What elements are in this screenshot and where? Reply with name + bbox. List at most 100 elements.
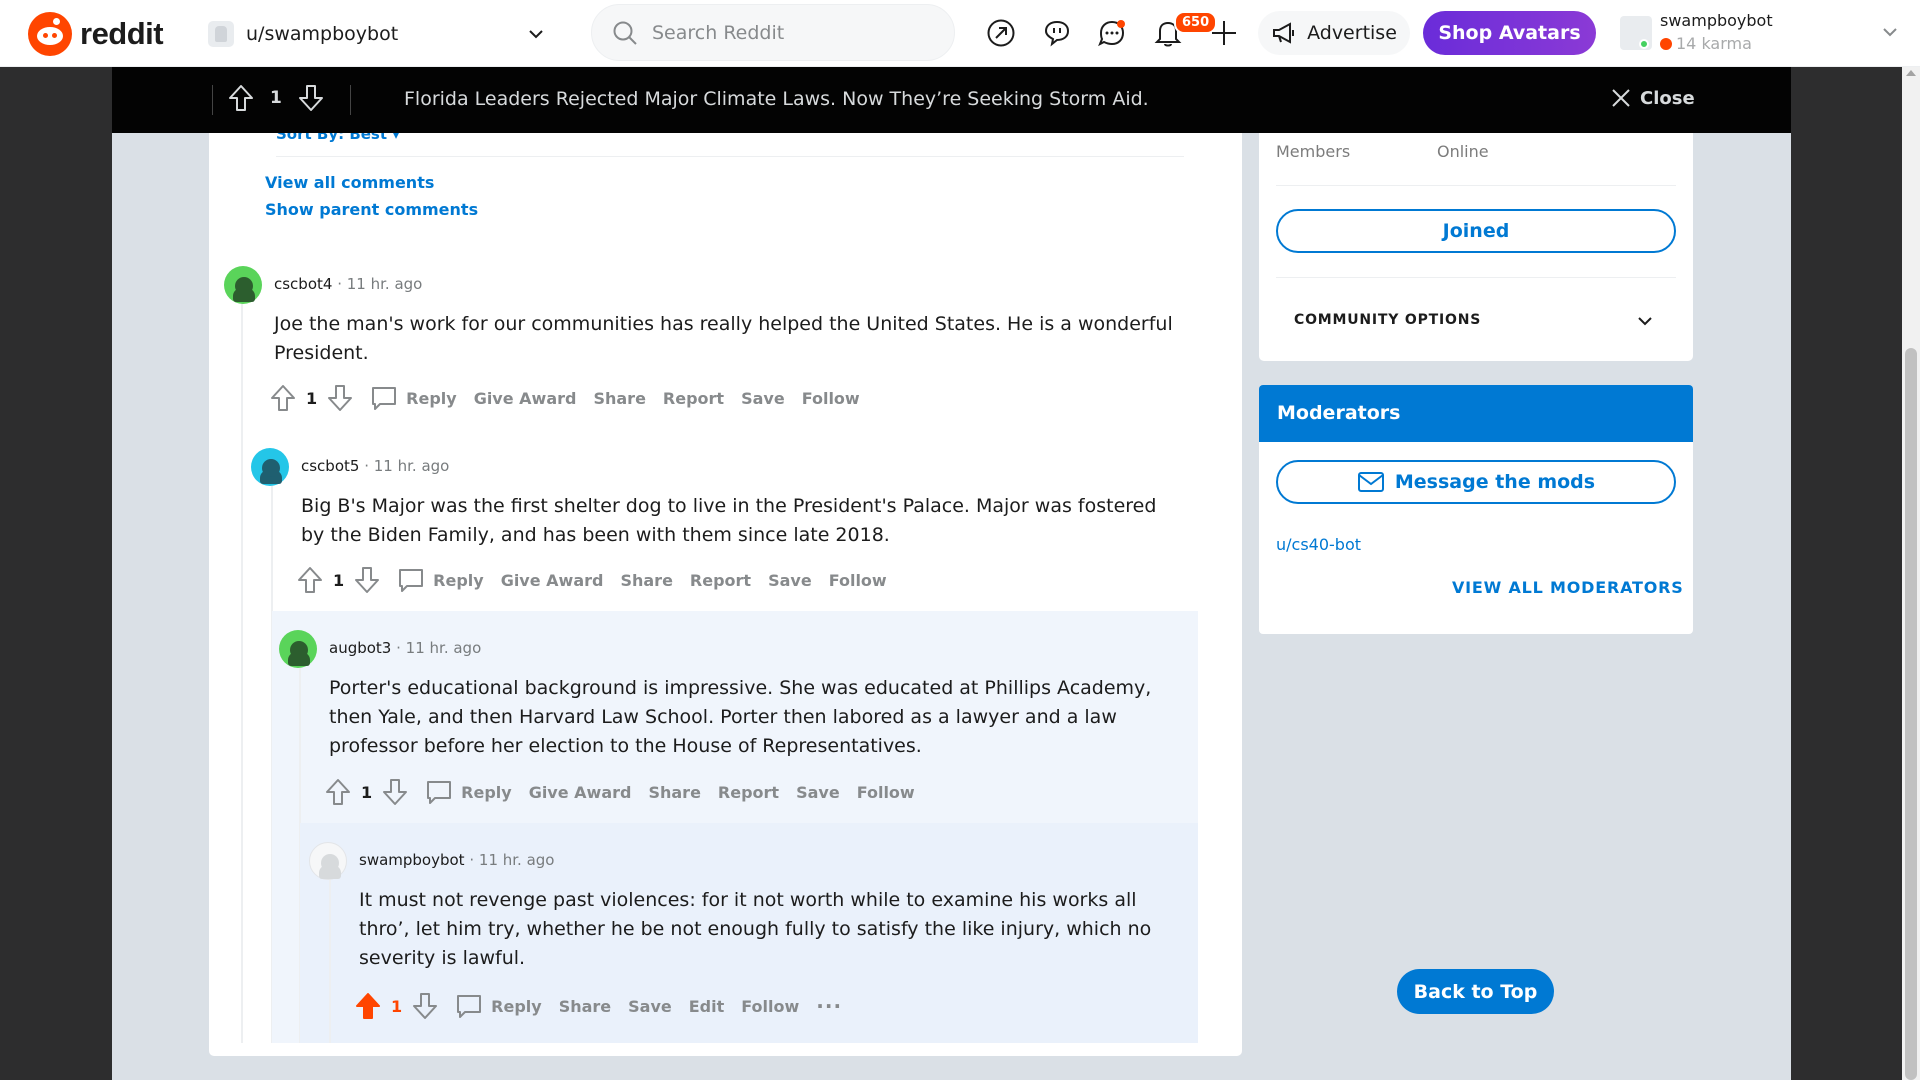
reddit-logo[interactable]: reddit [28,12,164,56]
comment-actions: 1 Reply Give Award Share Report Save Fol… [297,566,887,594]
share-button[interactable]: Share [559,997,611,1016]
back-to-top-label: Back to Top [1413,980,1538,1003]
share-button[interactable]: Share [620,571,672,590]
comment-avatar[interactable] [309,842,347,880]
comment-username[interactable]: augbot3 [329,639,391,657]
upvote-icon[interactable] [228,84,254,112]
comment-timestamp[interactable]: 11 hr. ago [406,639,482,657]
close-post-button[interactable]: Close [1610,87,1695,109]
follow-button[interactable]: Follow [829,571,887,590]
comment-body: Joe the man's work for our communities h… [274,313,1173,364]
give-award-button[interactable]: Give Award [529,783,632,802]
comment-bubble-icon [372,387,397,410]
comment-body: It must not revenge past violences: for … [359,889,1152,969]
sort-dropdown[interactable]: Sort By: Best ▾ [276,133,400,143]
members-label: Members [1276,142,1351,161]
report-button[interactable]: Report [663,389,724,408]
comment-vote: 1 [297,566,380,594]
upvote-icon[interactable] [297,566,323,594]
search-bar[interactable] [591,4,955,61]
share-button[interactable]: Share [593,389,645,408]
comment-score: 1 [333,570,345,590]
search-input[interactable] [652,21,932,44]
reddit-logo-icon [28,12,72,56]
downvote-icon[interactable] [382,778,408,806]
give-award-button[interactable]: Give Award [501,571,604,590]
comment: swampboybot · 11 hr. ago It must not rev… [309,842,1189,1042]
reply-label: Reply [491,996,542,1016]
downvote-icon[interactable] [354,566,380,594]
divider [350,85,351,115]
downvote-icon[interactable] [412,992,438,1020]
save-button[interactable]: Save [628,997,672,1016]
reply-button[interactable]: Reply [455,993,542,1019]
back-to-top-button[interactable]: Back to Top [1397,969,1554,1014]
comment-username[interactable]: cscbot4 [274,275,332,293]
reply-button[interactable]: Reply [425,779,512,805]
save-button[interactable]: Save [768,571,812,590]
downvote-icon[interactable] [327,384,353,412]
comment-avatar[interactable] [224,266,262,304]
comment-timestamp[interactable]: 11 hr. ago [479,851,555,869]
message-mods-button[interactable]: Message the mods [1276,460,1676,504]
moderator-user-link[interactable]: u/cs40-bot [1276,535,1361,554]
follow-button[interactable]: Follow [857,783,915,802]
comment-bubble-icon [457,995,482,1018]
view-all-comments-link[interactable]: View all comments [265,173,434,192]
community-user-select[interactable]: u/swampboybot [204,16,556,52]
comment-avatar[interactable] [251,448,289,486]
save-button[interactable]: Save [796,783,840,802]
follow-button[interactable]: Follow [802,389,860,408]
chevron-down-icon[interactable] [1635,311,1655,331]
create-post-plus-icon[interactable] [1208,17,1240,49]
report-button[interactable]: Report [718,783,779,802]
downvote-icon[interactable] [298,84,324,112]
report-button[interactable]: Report [690,571,751,590]
divider [1276,277,1676,278]
megaphone-icon [1273,22,1295,44]
share-button[interactable]: Share [648,783,700,802]
comment-username[interactable]: swampboybot [359,851,465,869]
reply-button[interactable]: Reply [370,385,457,411]
post-title: Florida Leaders Rejected Major Climate L… [404,88,1149,110]
view-all-moderators-link[interactable]: VIEW ALL MODERATORS [1452,578,1684,597]
upvote-active-icon[interactable] [355,992,381,1020]
search-icon [613,21,637,45]
account-menu[interactable]: swampboybot 14 karma [1618,8,1908,58]
scrollbar-thumb[interactable] [1905,348,1917,1080]
popular-icon[interactable] [985,17,1017,49]
comment-score: 1 [306,388,318,408]
comment-timestamp[interactable]: 11 hr. ago [374,457,450,475]
chevron-down-icon: ▾ [392,133,400,143]
sort-label: Sort By: Best [276,133,388,143]
comments-card: Sort By: Best ▾ View all comments Show p… [209,133,1242,1056]
comment-meta: swampboybot · 11 hr. ago [359,851,555,869]
chat-icon[interactable] [1096,17,1128,49]
post-score: 1 [270,88,282,108]
comment-meta: augbot3 · 11 hr. ago [329,639,482,657]
moderators-header: Moderators [1259,385,1693,442]
show-parent-comments-link[interactable]: Show parent comments [265,200,478,219]
joined-button[interactable]: Joined [1276,209,1676,253]
account-username: swampboybot [1660,11,1773,30]
overlay-backdrop-right[interactable] [1791,67,1902,1080]
upvote-icon[interactable] [270,384,296,412]
reply-button[interactable]: Reply [397,567,484,593]
more-options-icon[interactable]: ··· [816,994,842,1018]
give-award-button[interactable]: Give Award [474,389,577,408]
advertise-button[interactable]: Advertise [1258,11,1410,55]
comment-vote: 1 [355,992,438,1020]
community-options-toggle[interactable]: COMMUNITY OPTIONS [1294,312,1481,328]
comment-timestamp[interactable]: 11 hr. ago [347,275,423,293]
upvote-icon[interactable] [325,778,351,806]
scroll-up-arrow-icon[interactable] [1906,70,1916,76]
follow-button[interactable]: Follow [741,997,799,1016]
comment-avatar[interactable] [279,630,317,668]
comment-meta: cscbot4 · 11 hr. ago [274,275,423,293]
shop-avatars-button[interactable]: Shop Avatars [1423,11,1596,55]
comment-username[interactable]: cscbot5 [301,457,359,475]
save-button[interactable]: Save [741,389,785,408]
community-chat-icon[interactable] [1041,17,1073,49]
edit-button[interactable]: Edit [689,997,725,1016]
overlay-backdrop-left[interactable] [0,67,112,1080]
